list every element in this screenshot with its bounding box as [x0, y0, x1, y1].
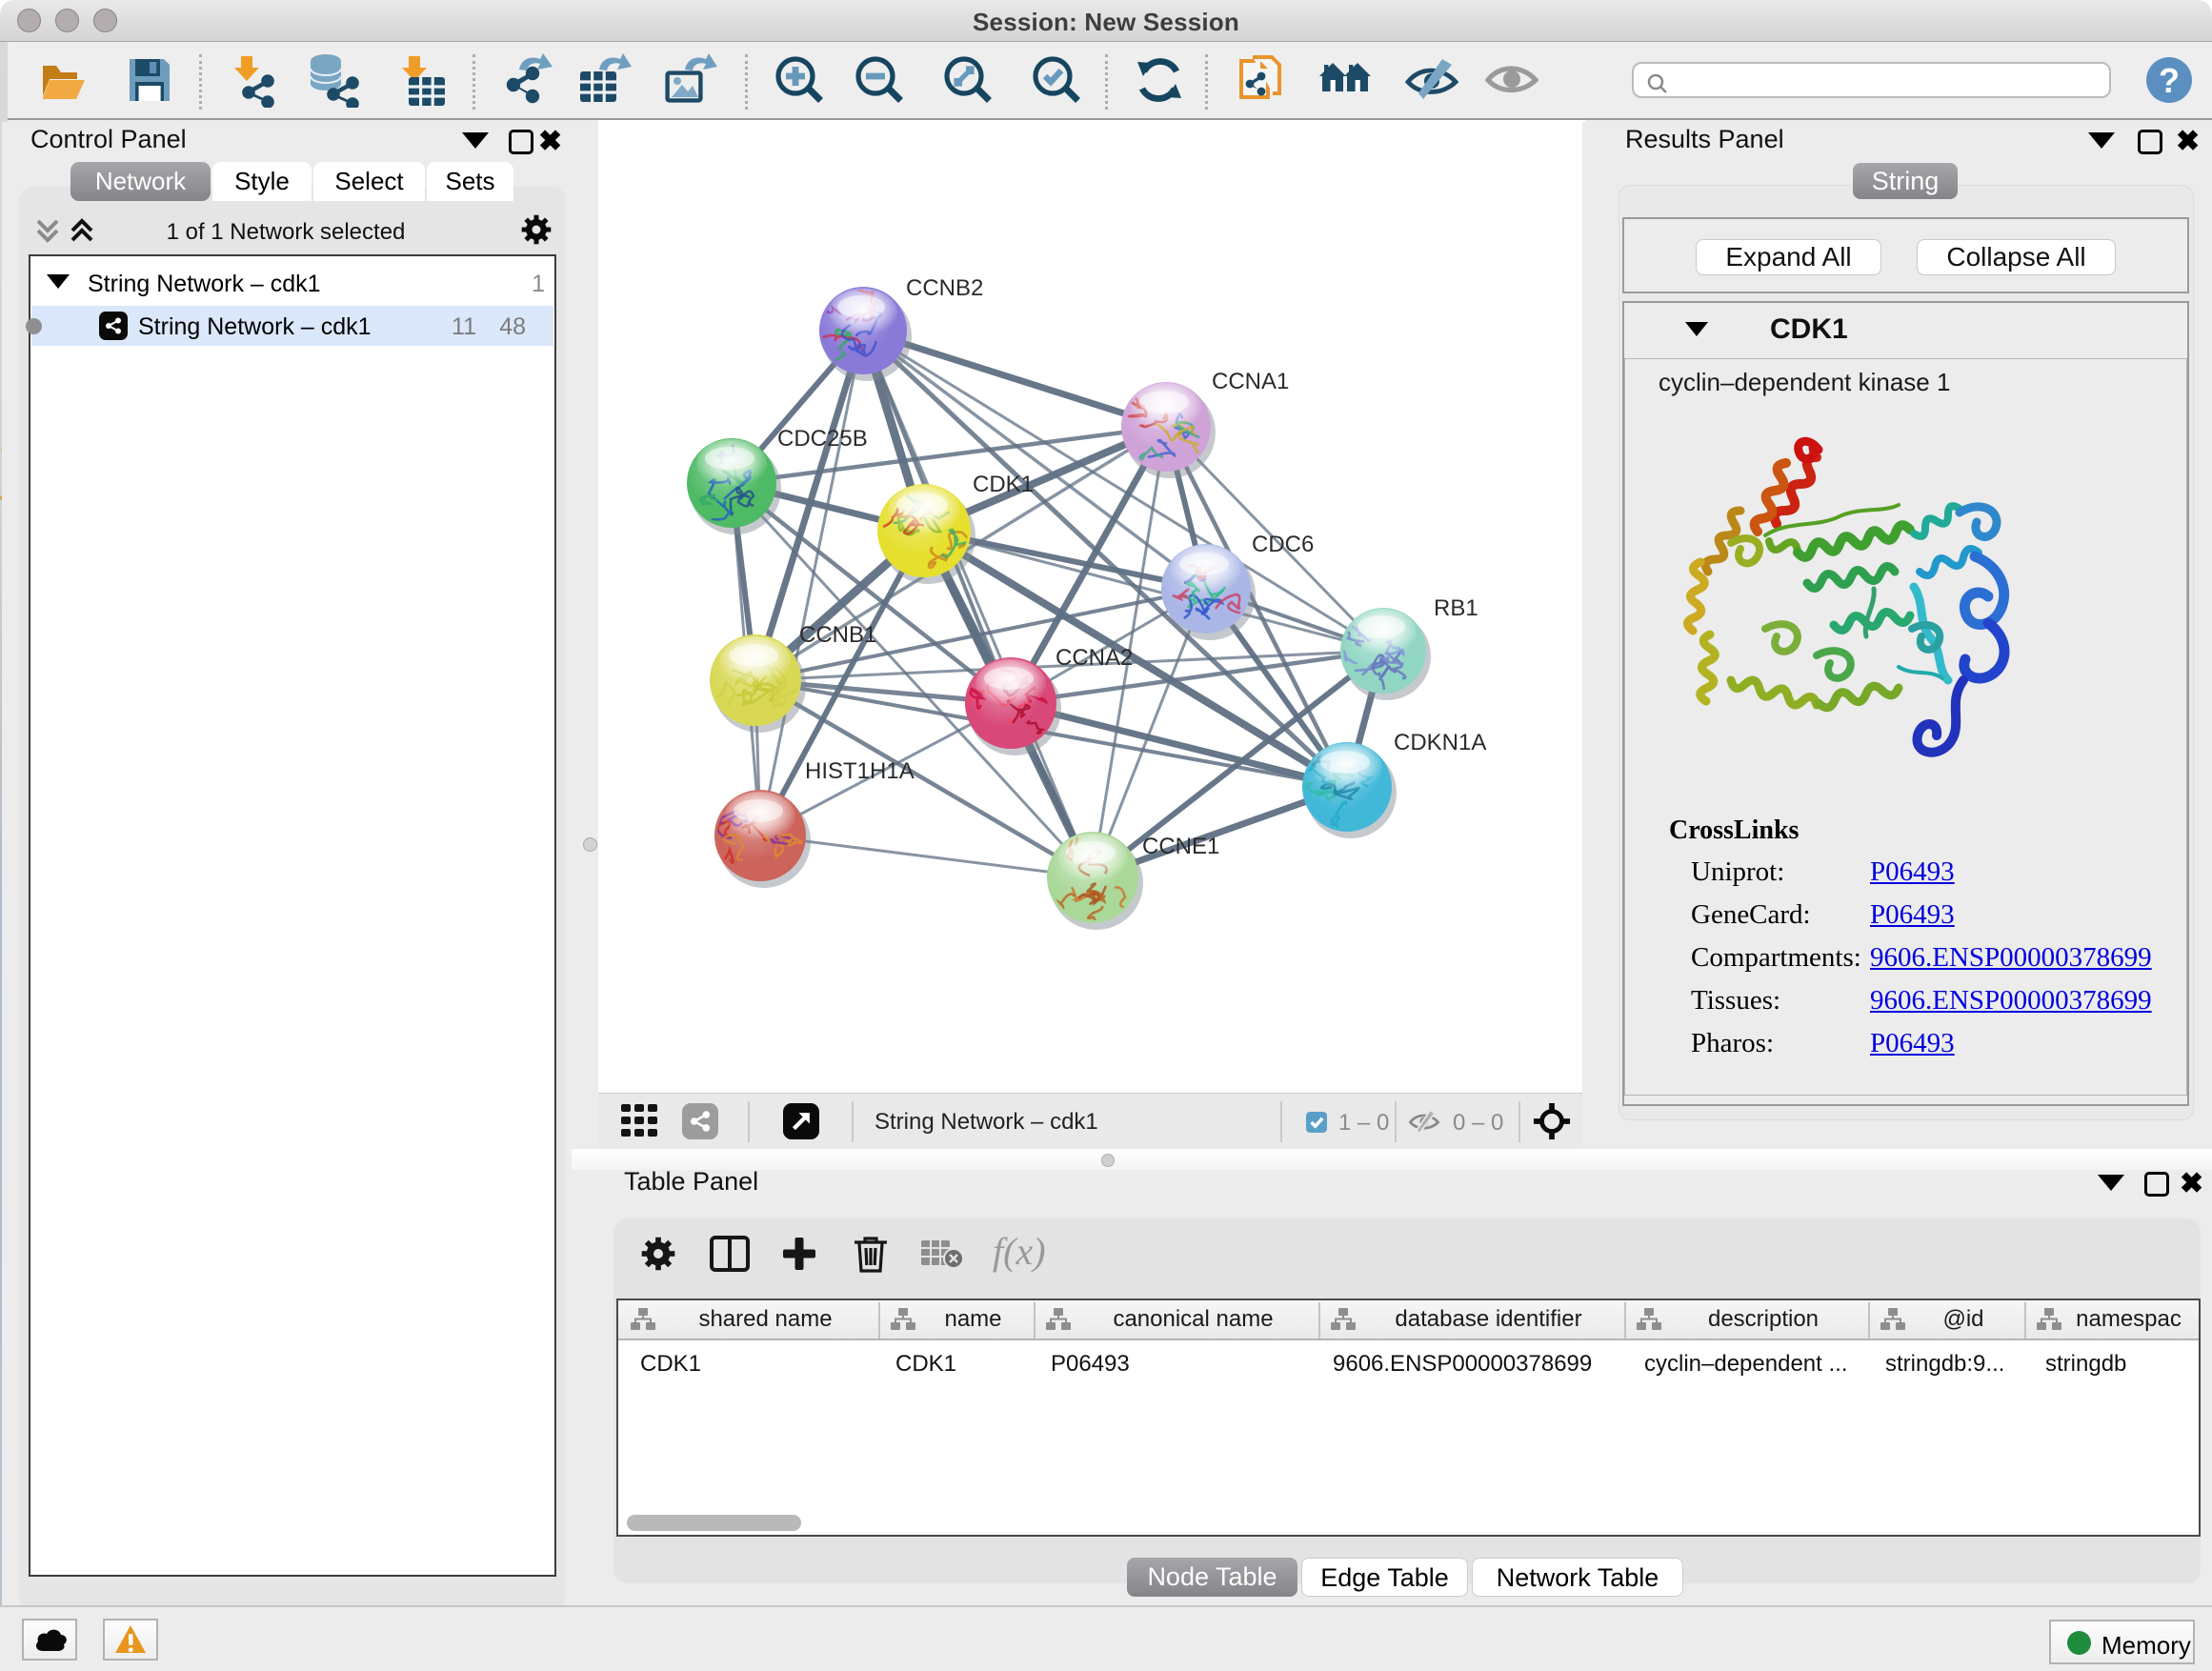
svg-text:CDK1: CDK1: [973, 472, 1034, 497]
svg-text:CCNB1: CCNB1: [799, 622, 876, 648]
svg-text:CDKN1A: CDKN1A: [1394, 730, 1486, 755]
svg-text:HIST1H1A: HIST1H1A: [805, 758, 915, 784]
svg-text:CDC25B: CDC25B: [777, 426, 868, 452]
svg-text:CDC6: CDC6: [1252, 532, 1314, 557]
svg-text:CCNE1: CCNE1: [1142, 834, 1219, 859]
svg-text:CCNB2: CCNB2: [906, 275, 983, 301]
svg-text:CCNA2: CCNA2: [1056, 645, 1133, 671]
svg-text:?: ?: [2159, 61, 2180, 100]
svg-text:RB1: RB1: [1434, 595, 1478, 621]
svg-text:CCNA1: CCNA1: [1212, 369, 1289, 394]
